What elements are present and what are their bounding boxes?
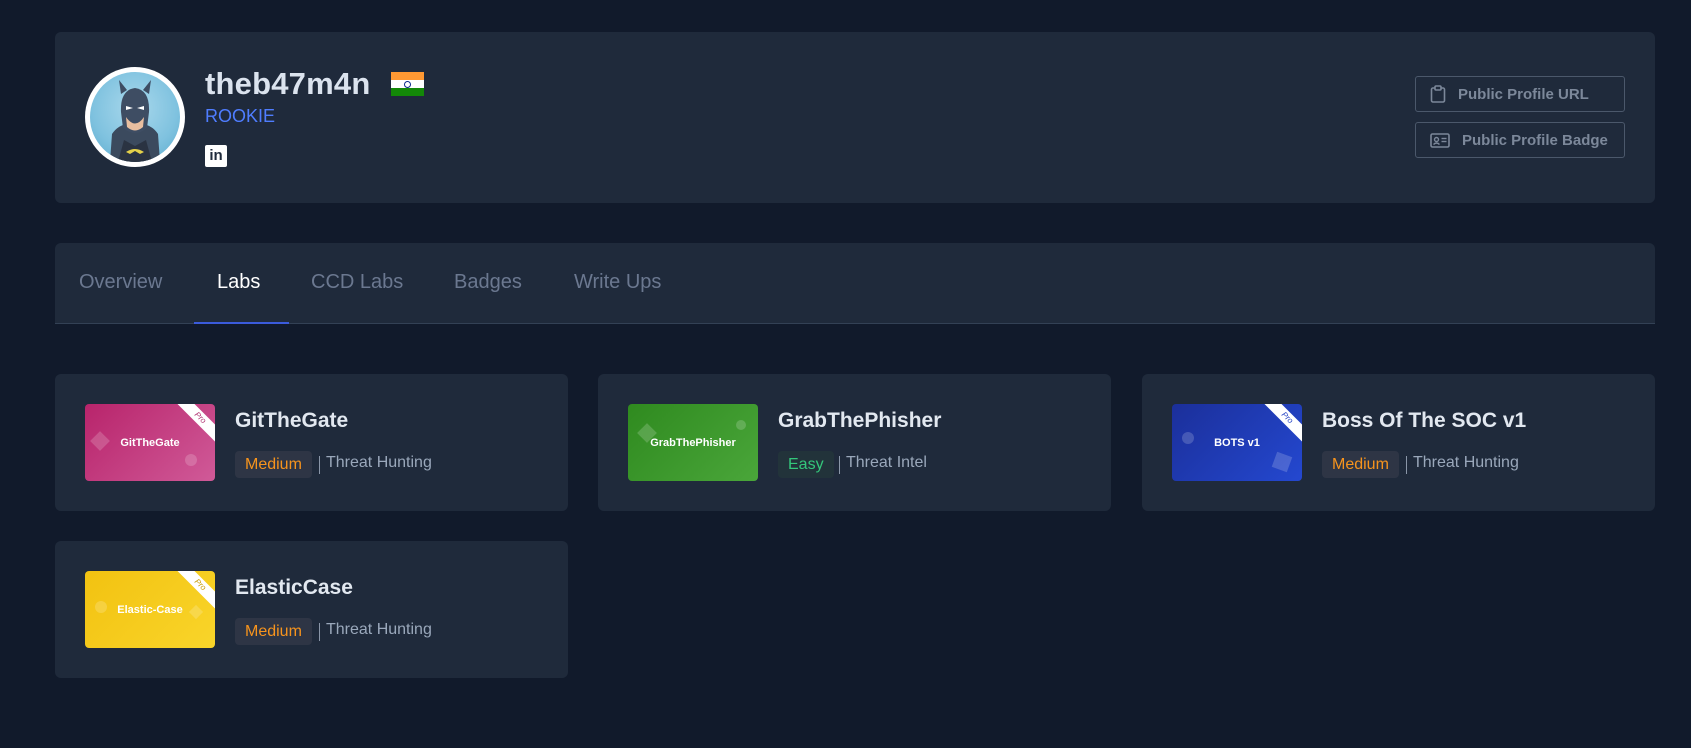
lab-card-grabthephisher[interactable]: GrabThePhisher GrabThePhisher Easy Threa…: [598, 374, 1111, 511]
lab-category: Threat Intel: [846, 454, 927, 471]
tab-overview[interactable]: Overview: [79, 271, 162, 294]
separator: [319, 456, 320, 474]
lab-thumbnail: GrabThePhisher: [628, 404, 758, 481]
separator: [1406, 456, 1407, 474]
avatar[interactable]: [85, 67, 185, 167]
tab-write-ups[interactable]: Write Ups: [574, 271, 661, 294]
id-card-icon: [1430, 133, 1450, 148]
difficulty-badge: Medium: [235, 451, 312, 478]
lab-title[interactable]: Boss Of The SOC v1: [1322, 409, 1526, 433]
clipboard-icon: [1430, 85, 1446, 103]
tab-ccd-labs[interactable]: CCD Labs: [311, 271, 403, 294]
lab-card-elasticcase[interactable]: Elastic-Case Pro ElasticCase Medium Thre…: [55, 541, 568, 678]
public-profile-badge-label: Public Profile Badge: [1462, 131, 1608, 149]
public-profile-badge-button[interactable]: Public Profile Badge: [1415, 122, 1625, 158]
lab-thumbnail-label: GrabThePhisher: [650, 436, 736, 449]
tab-labs[interactable]: Labs: [217, 271, 260, 294]
lab-title[interactable]: ElasticCase: [235, 576, 353, 600]
lab-title[interactable]: GrabThePhisher: [778, 409, 941, 433]
lab-card-bots-v1[interactable]: BOTS v1 Pro Boss Of The SOC v1 Medium Th…: [1142, 374, 1655, 511]
active-tab-indicator: [194, 322, 289, 324]
difficulty-badge: Medium: [1322, 451, 1399, 478]
india-flag-icon: [391, 72, 424, 96]
username: theb47m4n: [205, 66, 371, 101]
separator: [319, 623, 320, 641]
lab-category: Threat Hunting: [1413, 454, 1519, 471]
public-profile-url-button[interactable]: Public Profile URL: [1415, 76, 1625, 112]
lab-thumbnail: Elastic-Case Pro: [85, 571, 215, 648]
difficulty-badge: Easy: [778, 451, 834, 478]
separator: [839, 456, 840, 474]
lab-thumbnail: BOTS v1 Pro: [1172, 404, 1302, 481]
tab-badges[interactable]: Badges: [454, 271, 522, 294]
lab-thumbnail-label: Elastic-Case: [117, 603, 183, 616]
profile-card: theb47m4n ROOKIE in Public Profile URL P…: [55, 32, 1655, 203]
lab-thumbnail-label: BOTS v1: [1214, 436, 1260, 449]
lab-thumbnail: GitTheGate Pro: [85, 404, 215, 481]
linkedin-icon[interactable]: in: [205, 145, 227, 167]
profile-tabs: Overview Labs CCD Labs Badges Write Ups: [55, 243, 1655, 324]
batman-avatar-image: [90, 72, 180, 162]
lab-thumbnail-label: GitTheGate: [120, 436, 180, 449]
pro-ribbon: Pro: [1262, 404, 1302, 443]
lab-category: Threat Hunting: [326, 621, 432, 638]
pro-ribbon: Pro: [175, 404, 215, 443]
lab-category: Threat Hunting: [326, 454, 432, 471]
difficulty-badge: Medium: [235, 618, 312, 645]
lab-title[interactable]: GitTheGate: [235, 409, 348, 433]
lab-card-gitthegate[interactable]: GitTheGate Pro GitTheGate Medium Threat …: [55, 374, 568, 511]
public-profile-url-label: Public Profile URL: [1458, 85, 1589, 103]
rank-label: ROOKIE: [205, 106, 276, 126]
